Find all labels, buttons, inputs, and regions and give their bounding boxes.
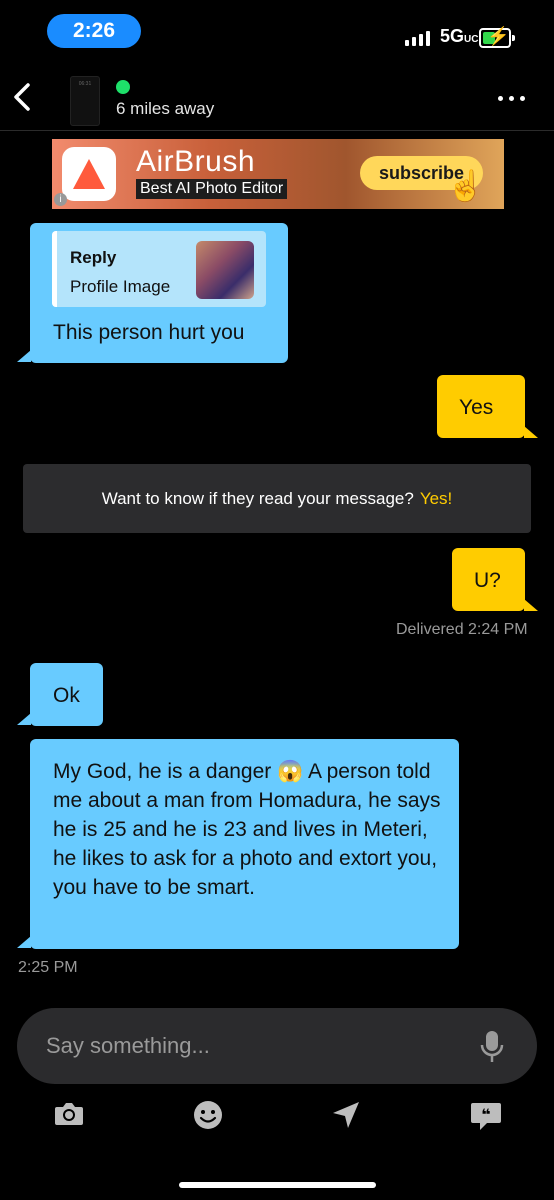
saved-phrases-icon[interactable]: ❝: [470, 1100, 502, 1137]
read-receipt-promo[interactable]: Want to know if they read your message? …: [23, 464, 531, 533]
reply-preview[interactable]: Reply Profile Image: [52, 231, 266, 307]
ad-banner[interactable]: AirBrush Best AI Photo Editor subscribe …: [52, 139, 504, 209]
chevron-left-icon: [14, 83, 30, 111]
signal-icon: [405, 31, 430, 46]
battery-icon: ⚡: [479, 26, 515, 48]
back-button[interactable]: [12, 82, 32, 117]
message-text: U?: [474, 569, 501, 592]
profile-thumbnail[interactable]: 06:31: [70, 76, 100, 126]
message-timestamp: 2:25 PM: [18, 959, 78, 976]
microphone-icon[interactable]: [480, 1030, 504, 1069]
bubble-tail: [17, 936, 31, 948]
message-text: This person hurt you: [53, 321, 245, 344]
ad-info-icon[interactable]: i: [54, 193, 67, 206]
distance-label: 6 miles away: [116, 99, 215, 118]
message-text: Yes: [459, 396, 494, 419]
pointer-hand-icon: ☝: [447, 170, 485, 203]
bubble-tail: [524, 599, 538, 611]
airbrush-logo: [62, 147, 116, 201]
bubble-tail: [17, 713, 31, 725]
message-text: Ok: [53, 684, 80, 707]
camera-icon[interactable]: [53, 1100, 85, 1133]
online-indicator: [116, 80, 130, 94]
message-text: My God, he is a danger 😱 A person told m…: [53, 760, 441, 899]
ad-title: AirBrush: [136, 145, 256, 178]
delivered-status: Delivered 2:24 PM: [396, 621, 528, 638]
status-time: 2:26: [47, 14, 141, 48]
reply-label: Reply: [70, 248, 117, 267]
reply-subtitle: Profile Image: [70, 277, 171, 296]
bubble-tail: [524, 426, 538, 438]
header-divider: [0, 130, 554, 131]
message-input-placeholder: Say something...: [46, 1033, 210, 1058]
network-label: 5GUC: [440, 26, 479, 46]
promo-text: Want to know if they read your message?: [101, 488, 414, 508]
home-indicator: [179, 1182, 376, 1188]
emoji-icon[interactable]: [193, 1100, 223, 1135]
location-icon[interactable]: [331, 1100, 361, 1135]
more-options-icon[interactable]: [498, 96, 525, 101]
reply-profile-image: [196, 241, 254, 299]
ad-subtitle: Best AI Photo Editor: [136, 179, 288, 199]
svg-text:❝: ❝: [481, 1105, 490, 1124]
promo-yes-link[interactable]: Yes!: [420, 489, 452, 509]
bubble-tail: [17, 350, 31, 362]
